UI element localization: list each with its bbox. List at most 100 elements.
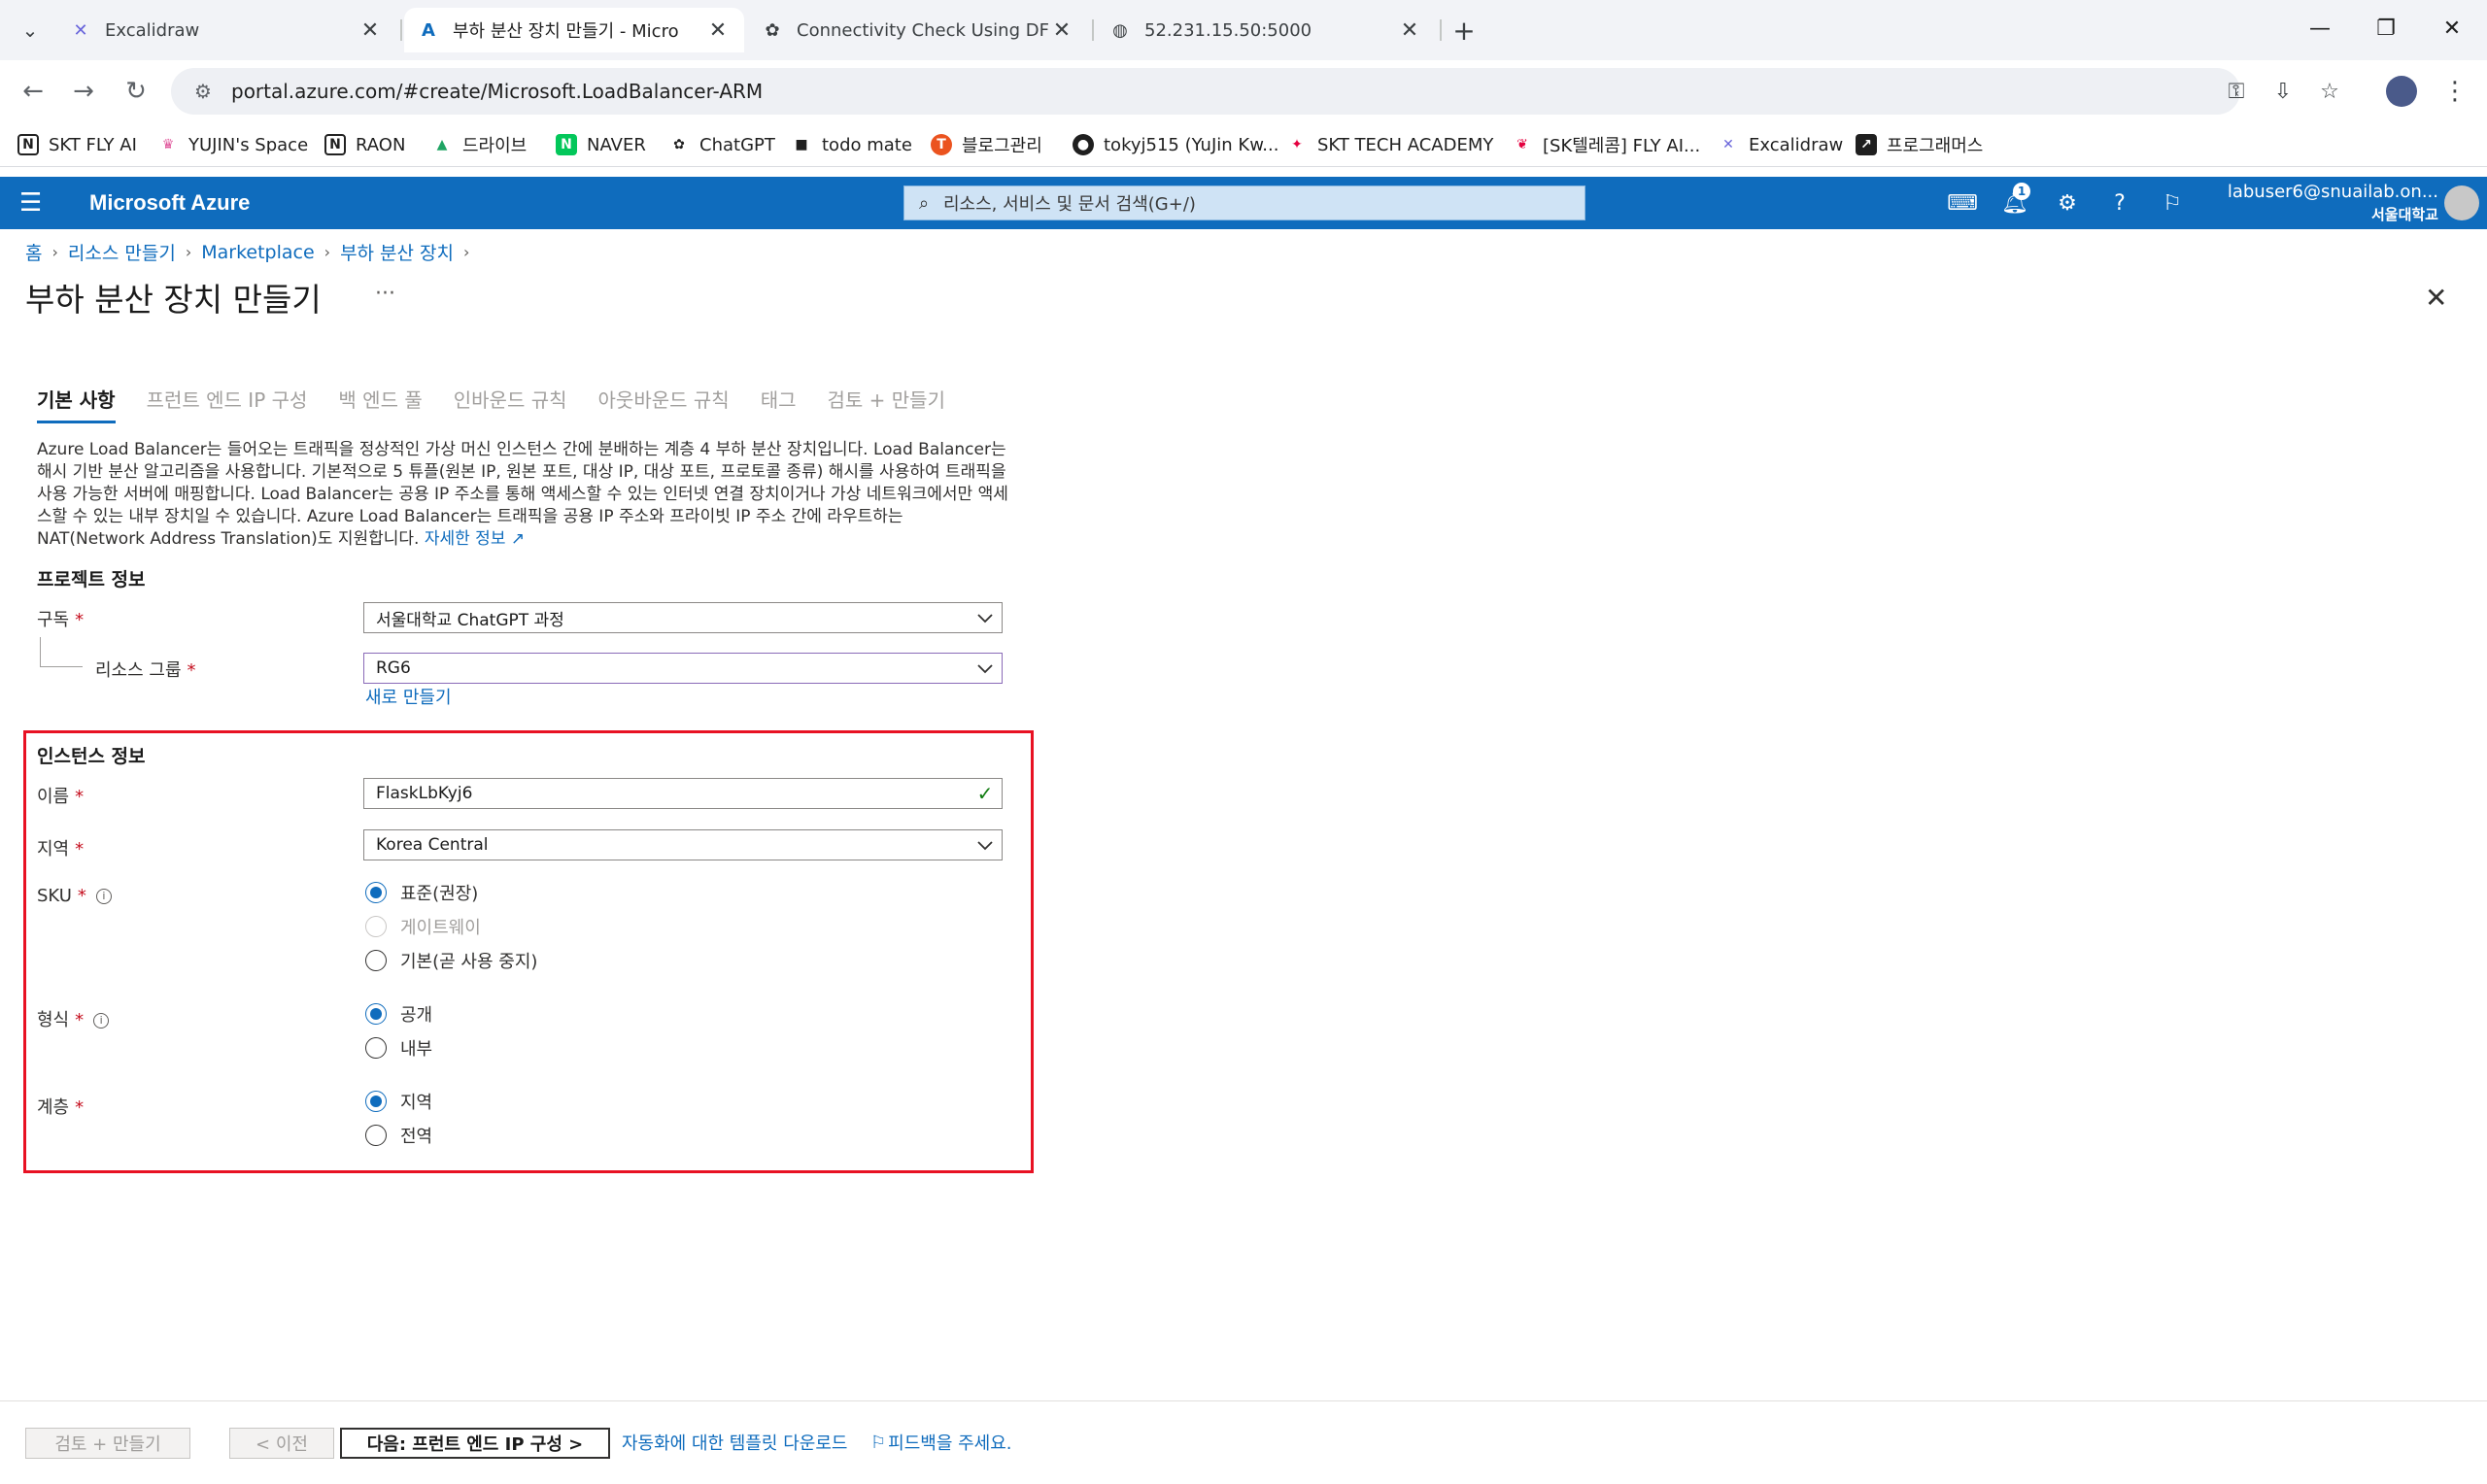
url-text[interactable]: portal.azure.com/#create/Microsoft.LoadB…	[231, 80, 763, 103]
browser-tab-excalidraw[interactable]: ✕ Excalidraw ✕	[56, 8, 396, 52]
description: Azure Load Balancer는 들어오는 트래픽을 정상적인 가상 머…	[37, 439, 1008, 551]
breadcrumb-home[interactable]: 홈	[25, 239, 42, 265]
browser-tab-azure[interactable]: A 부하 분산 장치 만들기 - Micro ✕	[404, 8, 744, 52]
subscription-dropdown[interactable]: 서울대학교 ChatGPT 과정	[363, 602, 1003, 633]
close-tab-icon[interactable]: ✕	[1049, 17, 1074, 43]
account-info[interactable]: labuser6@snuailab.on... 서울대학교	[2225, 182, 2438, 224]
sku-standard-radio[interactable]: 표준(권장)	[365, 880, 478, 905]
checkmark-icon: ✓	[976, 782, 994, 805]
cloud-shell-icon[interactable]: ⌨	[1943, 186, 1982, 219]
settings-gear-icon[interactable]: ⚙	[2048, 186, 2087, 219]
sk-telecom-icon: ❦	[1516, 137, 1528, 152]
radio-selected-icon	[365, 882, 387, 903]
profile-avatar[interactable]	[2386, 76, 2417, 107]
azure-brand[interactable]: Microsoft Azure	[89, 190, 250, 216]
programmers-icon: ↗	[1856, 134, 1877, 155]
chevron-down-icon	[969, 839, 1002, 851]
back-icon[interactable]: ←	[14, 72, 52, 111]
user-org: 서울대학교	[2370, 206, 2438, 223]
restore-icon[interactable]: ❐	[2363, 10, 2409, 47]
radio-selected-icon	[365, 1091, 387, 1112]
project-details-heading: 프로젝트 정보	[37, 569, 146, 590]
site-info-icon[interactable]: ⚙	[181, 80, 225, 103]
excalidraw-icon: ✕	[1722, 137, 1734, 152]
browser-menu-icon[interactable]: ⋮	[2440, 72, 2470, 111]
naver-icon: N	[556, 134, 577, 155]
address-bar[interactable]: ⚙ portal.azure.com/#create/Microsoft.Loa…	[171, 68, 2240, 115]
tab-outbound-rules[interactable]: 아웃바운드 규칙	[598, 385, 730, 423]
bookmark-chatgpt[interactable]: ✿ ChatGPT	[668, 130, 775, 159]
bookmark-blog-admin[interactable]: T 블로그관리	[931, 130, 1042, 159]
tab-basics[interactable]: 기본 사항	[37, 385, 116, 423]
tier-global-radio[interactable]: 전역	[365, 1123, 432, 1148]
chevron-right-icon: ›	[185, 243, 192, 261]
tistory-icon: T	[931, 134, 952, 155]
bookmark-naver[interactable]: N NAVER	[556, 130, 646, 159]
learn-more-link[interactable]: 자세한 정보	[425, 529, 506, 549]
create-new-resource-group-link[interactable]: 새로 만들기	[365, 684, 452, 709]
close-window-icon[interactable]: ✕	[2429, 10, 2475, 47]
new-tab-icon[interactable]: +	[1448, 14, 1481, 47]
close-tab-icon[interactable]: ✕	[705, 17, 731, 43]
feedback-icon[interactable]: ⚐	[2153, 186, 2192, 219]
required-mark: *	[75, 1097, 85, 1118]
close-tab-icon[interactable]: ✕	[358, 17, 383, 43]
bookmark-skt-tech-academy[interactable]: ✦ SKT TECH ACADEMY	[1286, 130, 1493, 159]
reload-icon[interactable]: ↻	[117, 72, 155, 111]
tab-frontend-ip[interactable]: 프런트 엔드 IP 구성	[147, 385, 308, 423]
global-search-input[interactable]: ⌕ 리소스, 서비스 및 문서 검색(G+/)	[903, 186, 1585, 220]
bookmark-github[interactable]: ● tokyj515 (YuJin Kw...	[1073, 130, 1278, 159]
info-icon[interactable]: i	[93, 1013, 110, 1029]
resource-group-dropdown[interactable]: RG6	[363, 653, 1003, 684]
sku-gateway-radio: 게이트웨이	[365, 914, 481, 939]
bookmark-todo-mate[interactable]: ■ todo mate	[791, 130, 912, 159]
tab-separator	[1440, 19, 1442, 41]
tab-inbound-rules[interactable]: 인바운드 규칙	[454, 385, 567, 423]
review-create-button[interactable]: 검토 + 만들기	[25, 1428, 190, 1459]
bookmark-raon[interactable]: N RAON	[324, 130, 405, 159]
bookmark-skt-fly-ai[interactable]: N SKT FLY AI	[17, 130, 137, 159]
key-icon[interactable]: ⚿	[2217, 68, 2256, 115]
tab-backend-pool[interactable]: 백 엔드 풀	[338, 385, 422, 423]
required-mark: *	[75, 839, 85, 860]
info-icon[interactable]: i	[95, 889, 112, 904]
minimize-icon[interactable]: —	[2297, 10, 2343, 47]
name-input[interactable]: FlaskLbKyj6 ✓	[363, 778, 1003, 809]
type-label: 형식 * i	[37, 1006, 110, 1031]
more-options-icon[interactable]: ···	[375, 282, 395, 306]
bookmark-star-icon[interactable]: ☆	[2310, 68, 2349, 115]
type-public-radio[interactable]: 공개	[365, 1001, 432, 1027]
tab-search-icon[interactable]: ⌄	[14, 14, 47, 47]
region-dropdown[interactable]: Korea Central	[363, 829, 1003, 860]
browser-tab-chatgpt[interactable]: ✿ Connectivity Check Using DFS ✕	[748, 8, 1088, 52]
close-tab-icon[interactable]: ✕	[1397, 17, 1422, 43]
bookmark-yujins-space[interactable]: ♛ YUJIN's Space	[157, 130, 308, 159]
bookmark-sk-telecom-fly-ai[interactable]: ❦ [SK텔레콤] FLY AI...	[1512, 130, 1700, 159]
browser-tab-flask[interactable]: ◍ 52.231.15.50:5000 ✕	[1096, 8, 1436, 52]
help-icon[interactable]: ?	[2100, 186, 2139, 219]
tab-review-create[interactable]: 검토 + 만들기	[828, 385, 945, 423]
next-frontend-ip-button[interactable]: 다음: 프런트 엔드 IP 구성 >	[340, 1428, 610, 1459]
close-blade-icon[interactable]: ✕	[2425, 282, 2447, 314]
required-mark: *	[75, 1010, 85, 1030]
breadcrumb: 홈 › 리소스 만들기 › Marketplace › 부하 분산 장치 ›	[25, 239, 479, 265]
bookmark-programmers[interactable]: ↗ 프로그래머스	[1856, 130, 1983, 159]
install-app-icon[interactable]: ⇩	[2264, 68, 2302, 115]
type-internal-radio[interactable]: 내부	[365, 1035, 432, 1061]
bookmark-excalidraw[interactable]: ✕ Excalidraw	[1718, 130, 1843, 159]
breadcrumb-marketplace[interactable]: Marketplace	[201, 242, 314, 263]
breadcrumb-create-resource[interactable]: 리소스 만들기	[68, 239, 176, 265]
download-template-link[interactable]: 자동화에 대한 템플릿 다운로드	[622, 1430, 847, 1455]
user-avatar[interactable]	[2444, 186, 2479, 220]
chevron-right-icon: ›	[51, 243, 58, 261]
previous-button[interactable]: < 이전	[229, 1428, 334, 1459]
tab-tags[interactable]: 태그	[761, 385, 797, 423]
sku-basic-radio[interactable]: 기본(곧 사용 중지)	[365, 948, 537, 973]
bookmark-drive[interactable]: ▲ 드라이브	[431, 130, 528, 159]
portal-menu-icon[interactable]: ☰	[19, 188, 42, 218]
feedback-link[interactable]: ⚐ 피드백을 주세요.	[870, 1430, 1012, 1455]
forward-icon[interactable]: →	[64, 72, 103, 111]
tier-regional-radio[interactable]: 지역	[365, 1089, 432, 1114]
breadcrumb-load-balancer[interactable]: 부하 분산 장치	[340, 239, 454, 265]
name-label: 이름 *	[37, 787, 85, 807]
